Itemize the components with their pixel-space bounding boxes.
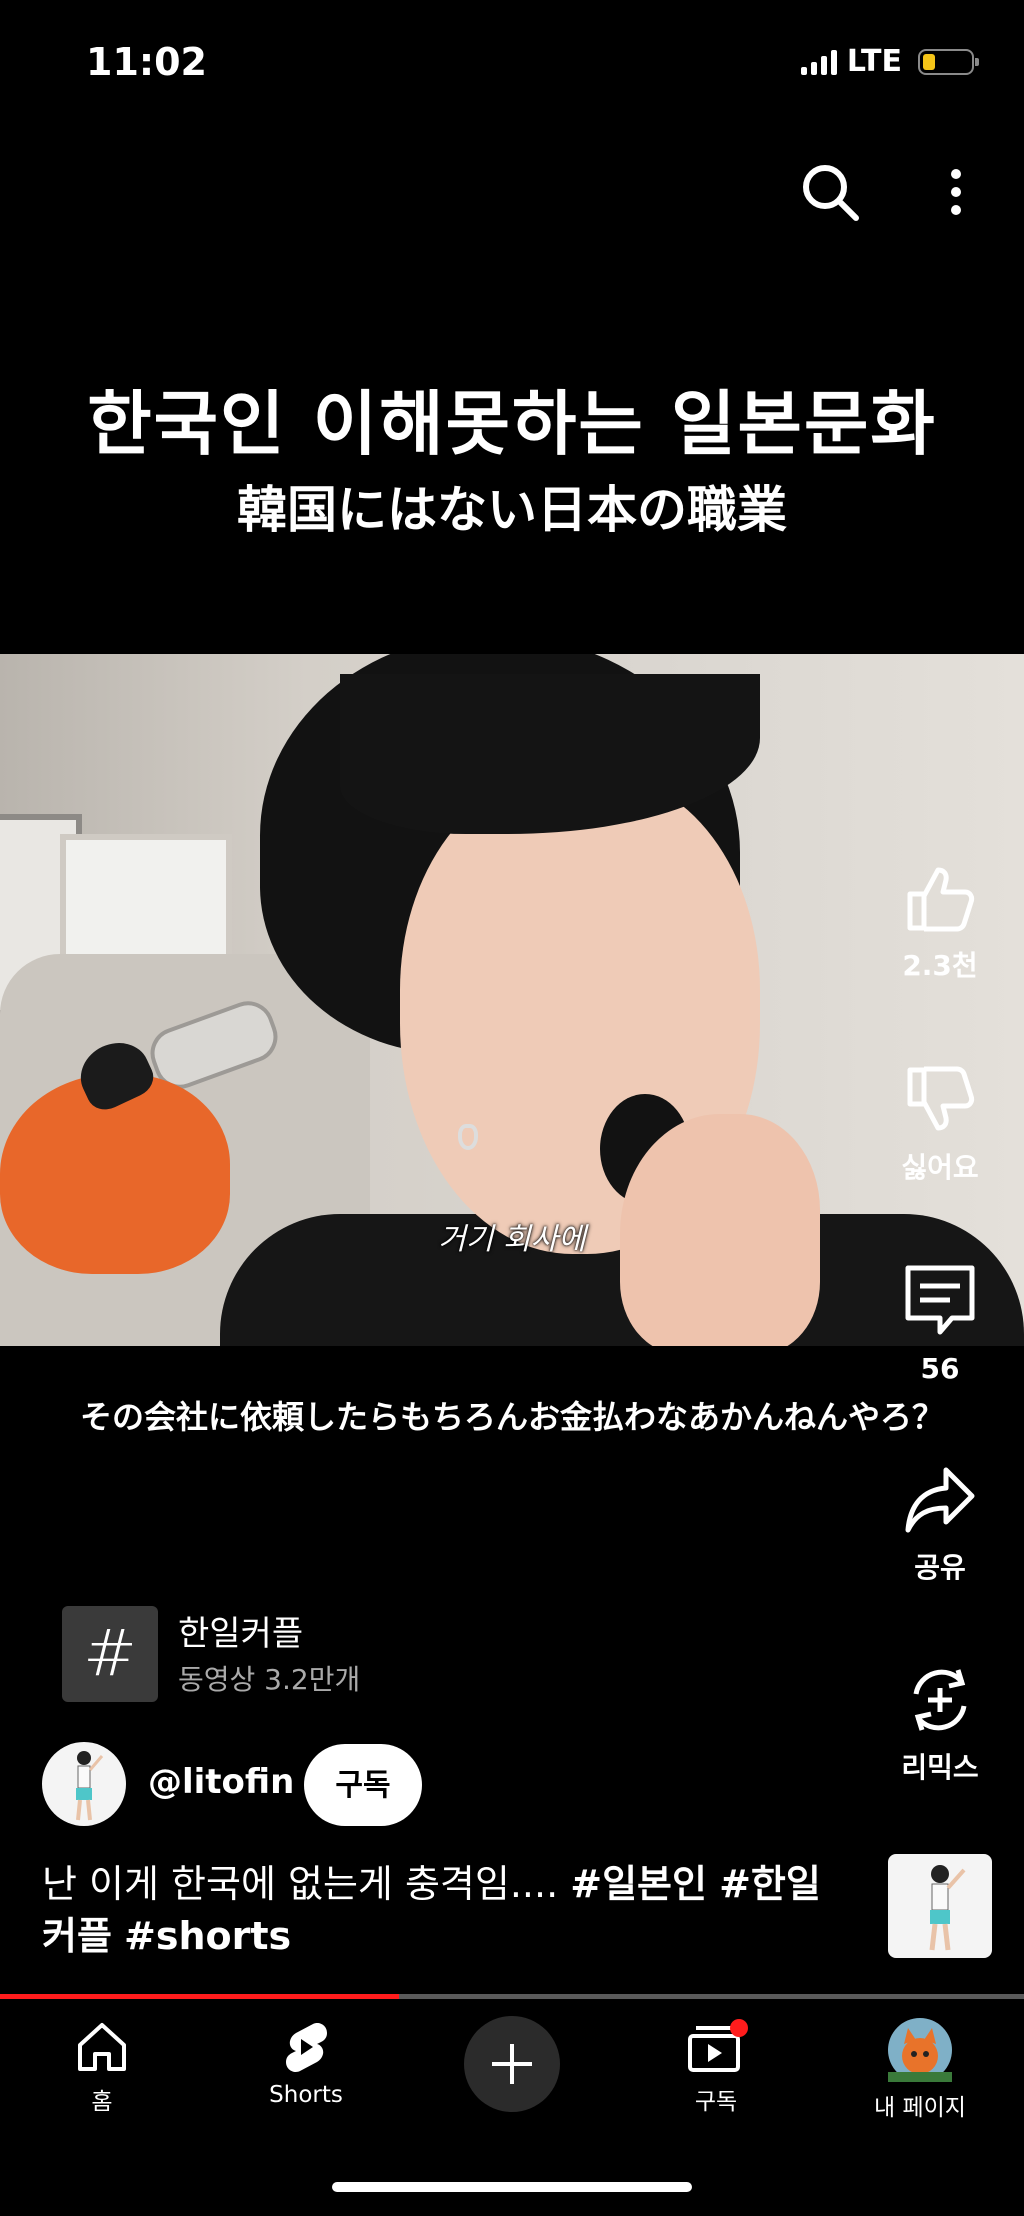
dislike-label: 싫어요 [901, 1151, 979, 1184]
nav-home-label: 홈 [91, 2089, 113, 2115]
remix-button[interactable]: 리믹스 [880, 1662, 1000, 1786]
more-options-button[interactable] [936, 160, 976, 224]
subscriptions-icon [688, 2019, 748, 2072]
more-vertical-icon [951, 169, 961, 215]
progress-fill [0, 1994, 400, 1999]
remix-icon [913, 1669, 967, 1731]
nav-profile-label: 내 페이지 [874, 2095, 966, 2121]
video-title-ja: 韓国にはない日本の職業 [237, 481, 787, 539]
signal-icon [800, 49, 837, 75]
video-subtitle: その会社に依頼したらもちろんお金払わなあかんねんやろ？ [79, 1398, 944, 1436]
remix-label: 리믹스 [901, 1751, 979, 1784]
hashtag-link[interactable]: #한일 [719, 1862, 821, 1906]
search-button[interactable] [798, 160, 862, 224]
description-text: 난 이게 한국에 없는게 충격임.... [42, 1862, 559, 1906]
hashtag-link[interactable]: #shorts [124, 1914, 291, 1958]
channel-avatar[interactable] [42, 1742, 126, 1826]
battery-icon [918, 48, 979, 75]
hashtag-name[interactable]: 한일커플 [178, 1606, 303, 1655]
video-player[interactable]: 거기 회사에 [0, 654, 1024, 1346]
nav-shorts[interactable]: Shorts [236, 2018, 376, 2108]
search-icon [803, 165, 859, 221]
status-indicators: LTE [800, 44, 979, 79]
video-description[interactable]: 난 이게 한국에 없는게 충격임.... #일본인 #한일 커플 #shorts [42, 1858, 842, 1962]
video-title-ko: 한국인 이해못하는 일본문화 [87, 383, 937, 465]
status-time: 11:02 [86, 40, 207, 84]
home-icon [78, 2023, 126, 2071]
hashtag-link[interactable]: #일본인 [570, 1862, 707, 1906]
dislike-button[interactable]: 싫어요 [880, 1062, 1000, 1186]
thumbs-down-icon [907, 1066, 975, 1131]
sound-thumbnail[interactable] [888, 1854, 992, 1958]
home-indicator [332, 2182, 692, 2192]
comment-icon [905, 1265, 975, 1335]
earring [458, 1124, 478, 1150]
channel-avatar-figure [76, 1751, 104, 1821]
network-type: LTE [846, 44, 902, 79]
nav-subscriptions-label: 구독 [694, 2089, 738, 2115]
hashtag-video-count: 동영상 3.2만개 [178, 1663, 361, 1696]
like-button[interactable]: 2.3천 [880, 860, 1000, 984]
share-button[interactable]: 공유 [880, 1462, 1000, 1586]
channel-handle[interactable]: @litofin [148, 1762, 294, 1802]
video-caption: 거기 회사에 [438, 1222, 586, 1257]
share-icon [905, 1467, 975, 1533]
plus-icon [492, 2044, 532, 2084]
nav-profile[interactable]: 내 페이지 [850, 2018, 990, 2122]
nav-home[interactable]: 홈 [32, 2018, 172, 2116]
share-label: 공유 [914, 1551, 966, 1584]
thumbnail-figure [929, 1865, 966, 1951]
like-count: 2.3천 [902, 949, 978, 982]
hashtag-link-continued[interactable]: 커플 [42, 1914, 112, 1958]
comment-count: 56 [920, 1352, 960, 1385]
comments-button[interactable]: 56 [880, 1262, 1000, 1385]
nav-shorts-label: Shorts [269, 2082, 343, 2108]
avatar [888, 2018, 952, 2082]
subscribe-button[interactable]: 구독 [304, 1744, 422, 1826]
thumbs-up-icon [907, 867, 975, 932]
create-button[interactable] [464, 2016, 560, 2112]
hashtag-icon[interactable]: # [62, 1606, 158, 1702]
nav-subscriptions[interactable]: 구독 [646, 2018, 786, 2116]
shorts-icon [286, 2023, 327, 2072]
